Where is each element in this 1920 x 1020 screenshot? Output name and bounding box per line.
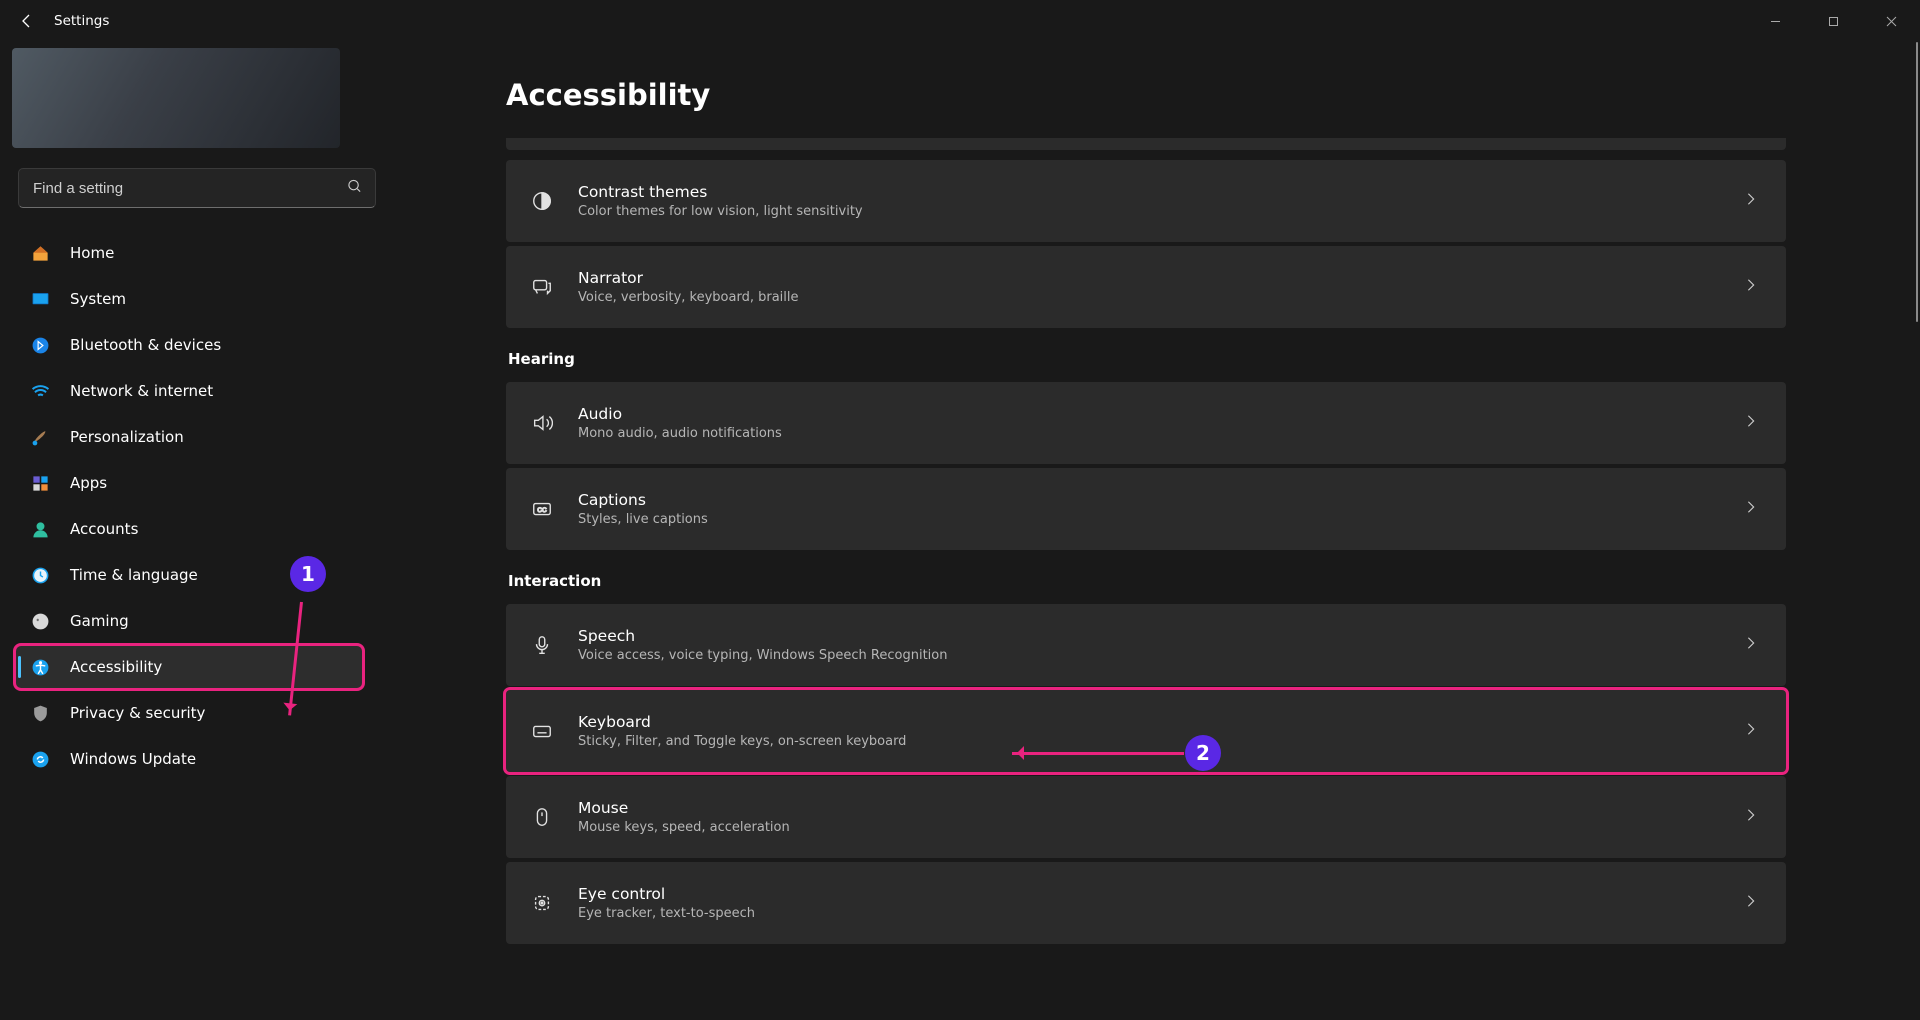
sidebar-item-label: Accounts: [70, 520, 138, 538]
home-icon: [30, 243, 50, 263]
section-header-hearing: Hearing: [508, 350, 1786, 368]
sidebar: Home System Bluetooth & devices Network …: [0, 42, 378, 1020]
apps-icon: [30, 473, 50, 493]
setting-card-audio[interactable]: Audio Mono audio, audio notifications: [506, 382, 1786, 464]
mic-icon: [528, 631, 556, 659]
chevron-right-icon: [1744, 722, 1758, 740]
setting-card-contrast[interactable]: Contrast themes Color themes for low vis…: [506, 160, 1786, 242]
setting-card-keyboard[interactable]: Keyboard Sticky, Filter, and Toggle keys…: [506, 690, 1786, 772]
bluetooth-icon: [30, 335, 50, 355]
chat-icon: [528, 273, 556, 301]
minimize-button[interactable]: [1746, 12, 1804, 30]
page-title: Accessibility: [506, 78, 1920, 112]
close-button[interactable]: [1862, 12, 1920, 30]
maximize-button[interactable]: [1804, 12, 1862, 30]
sidebar-item-label: Gaming: [70, 612, 129, 630]
update-icon: [30, 749, 50, 769]
card-title: Speech: [578, 627, 1744, 645]
sidebar-item-gaming[interactable]: Gaming: [16, 600, 362, 642]
system-icon: [30, 289, 50, 309]
scrollbar[interactable]: [1916, 42, 1918, 322]
back-button[interactable]: [18, 13, 34, 29]
sidebar-item-label: Bluetooth & devices: [70, 336, 221, 354]
setting-card-eye[interactable]: Eye control Eye tracker, text-to-speech: [506, 862, 1786, 944]
sidebar-item-network[interactable]: Network & internet: [16, 370, 362, 412]
sidebar-item-label: System: [70, 290, 126, 308]
card-partial-top[interactable]: [506, 138, 1786, 150]
sidebar-item-label: Network & internet: [70, 382, 213, 400]
card-title: Narrator: [578, 269, 1744, 287]
titlebar: Settings: [0, 0, 1920, 42]
annotation-arrow-2: [1012, 752, 1184, 755]
user-tile[interactable]: [12, 48, 340, 148]
svg-text:CC: CC: [537, 507, 547, 514]
sidebar-item-privacy[interactable]: Privacy & security: [16, 692, 362, 734]
search-input[interactable]: [18, 168, 376, 208]
card-subtitle: Mono audio, audio notifications: [578, 426, 1744, 441]
clock-icon: [30, 565, 50, 585]
setting-card-mouse[interactable]: Mouse Mouse keys, speed, acceleration: [506, 776, 1786, 858]
card-title: Eye control: [578, 885, 1744, 903]
card-title: Audio: [578, 405, 1744, 423]
sidebar-item-label: Accessibility: [70, 658, 162, 676]
setting-card-captions[interactable]: CC Captions Styles, live captions: [506, 468, 1786, 550]
card-title: Keyboard: [578, 713, 1744, 731]
chevron-right-icon: [1744, 278, 1758, 296]
keyboard-icon: [528, 717, 556, 745]
card-subtitle: Eye tracker, text-to-speech: [578, 906, 1744, 921]
window-title: Settings: [54, 13, 109, 29]
sidebar-item-system[interactable]: System: [16, 278, 362, 320]
sidebar-item-update[interactable]: Windows Update: [16, 738, 362, 780]
card-subtitle: Sticky, Filter, and Toggle keys, on-scre…: [578, 734, 1744, 749]
card-subtitle: Voice, verbosity, keyboard, braille: [578, 290, 1744, 305]
card-subtitle: Styles, live captions: [578, 512, 1744, 527]
card-title: Contrast themes: [578, 183, 1744, 201]
shield-icon: [30, 703, 50, 723]
mouse-icon: [528, 803, 556, 831]
sidebar-item-label: Home: [70, 244, 114, 262]
card-title: Mouse: [578, 799, 1744, 817]
card-subtitle: Color themes for low vision, light sensi…: [578, 204, 1744, 219]
sound-icon: [528, 409, 556, 437]
sidebar-item-accessibility[interactable]: Accessibility: [16, 646, 362, 688]
half-circle-icon: [528, 187, 556, 215]
sidebar-item-bluetooth[interactable]: Bluetooth & devices: [16, 324, 362, 366]
chevron-right-icon: [1744, 500, 1758, 518]
card-subtitle: Voice access, voice typing, Windows Spee…: [578, 648, 1744, 663]
cc-icon: CC: [528, 495, 556, 523]
chevron-right-icon: [1744, 808, 1758, 826]
sidebar-item-label: Windows Update: [70, 750, 196, 768]
sidebar-item-accounts[interactable]: Accounts: [16, 508, 362, 550]
main-content: Accessibility Contrast themes Color them…: [378, 42, 1920, 1020]
sidebar-item-label: Time & language: [70, 566, 198, 584]
sidebar-item-home[interactable]: Home: [16, 232, 362, 274]
annotation-marker-2: 2: [1185, 735, 1221, 771]
chevron-right-icon: [1744, 414, 1758, 432]
chevron-right-icon: [1744, 636, 1758, 654]
window-controls: [1746, 12, 1920, 30]
setting-card-speech[interactable]: Speech Voice access, voice typing, Windo…: [506, 604, 1786, 686]
brush-icon: [30, 427, 50, 447]
sidebar-item-apps[interactable]: Apps: [16, 462, 362, 504]
sidebar-item-label: Personalization: [70, 428, 184, 446]
sidebar-item-label: Apps: [70, 474, 107, 492]
wifi-icon: [30, 381, 50, 401]
chevron-right-icon: [1744, 192, 1758, 210]
person-icon: [30, 519, 50, 539]
accessibility-icon: [30, 657, 50, 677]
gamepad-icon: [30, 611, 50, 631]
chevron-right-icon: [1744, 894, 1758, 912]
card-title: Captions: [578, 491, 1744, 509]
sidebar-item-label: Privacy & security: [70, 704, 205, 722]
card-subtitle: Mouse keys, speed, acceleration: [578, 820, 1744, 835]
annotation-marker-1: 1: [290, 556, 326, 592]
section-header-interaction: Interaction: [508, 572, 1786, 590]
nav-list: Home System Bluetooth & devices Network …: [10, 232, 368, 780]
eye-icon: [528, 889, 556, 917]
setting-card-narrator[interactable]: Narrator Voice, verbosity, keyboard, bra…: [506, 246, 1786, 328]
sidebar-item-personalization[interactable]: Personalization: [16, 416, 362, 458]
